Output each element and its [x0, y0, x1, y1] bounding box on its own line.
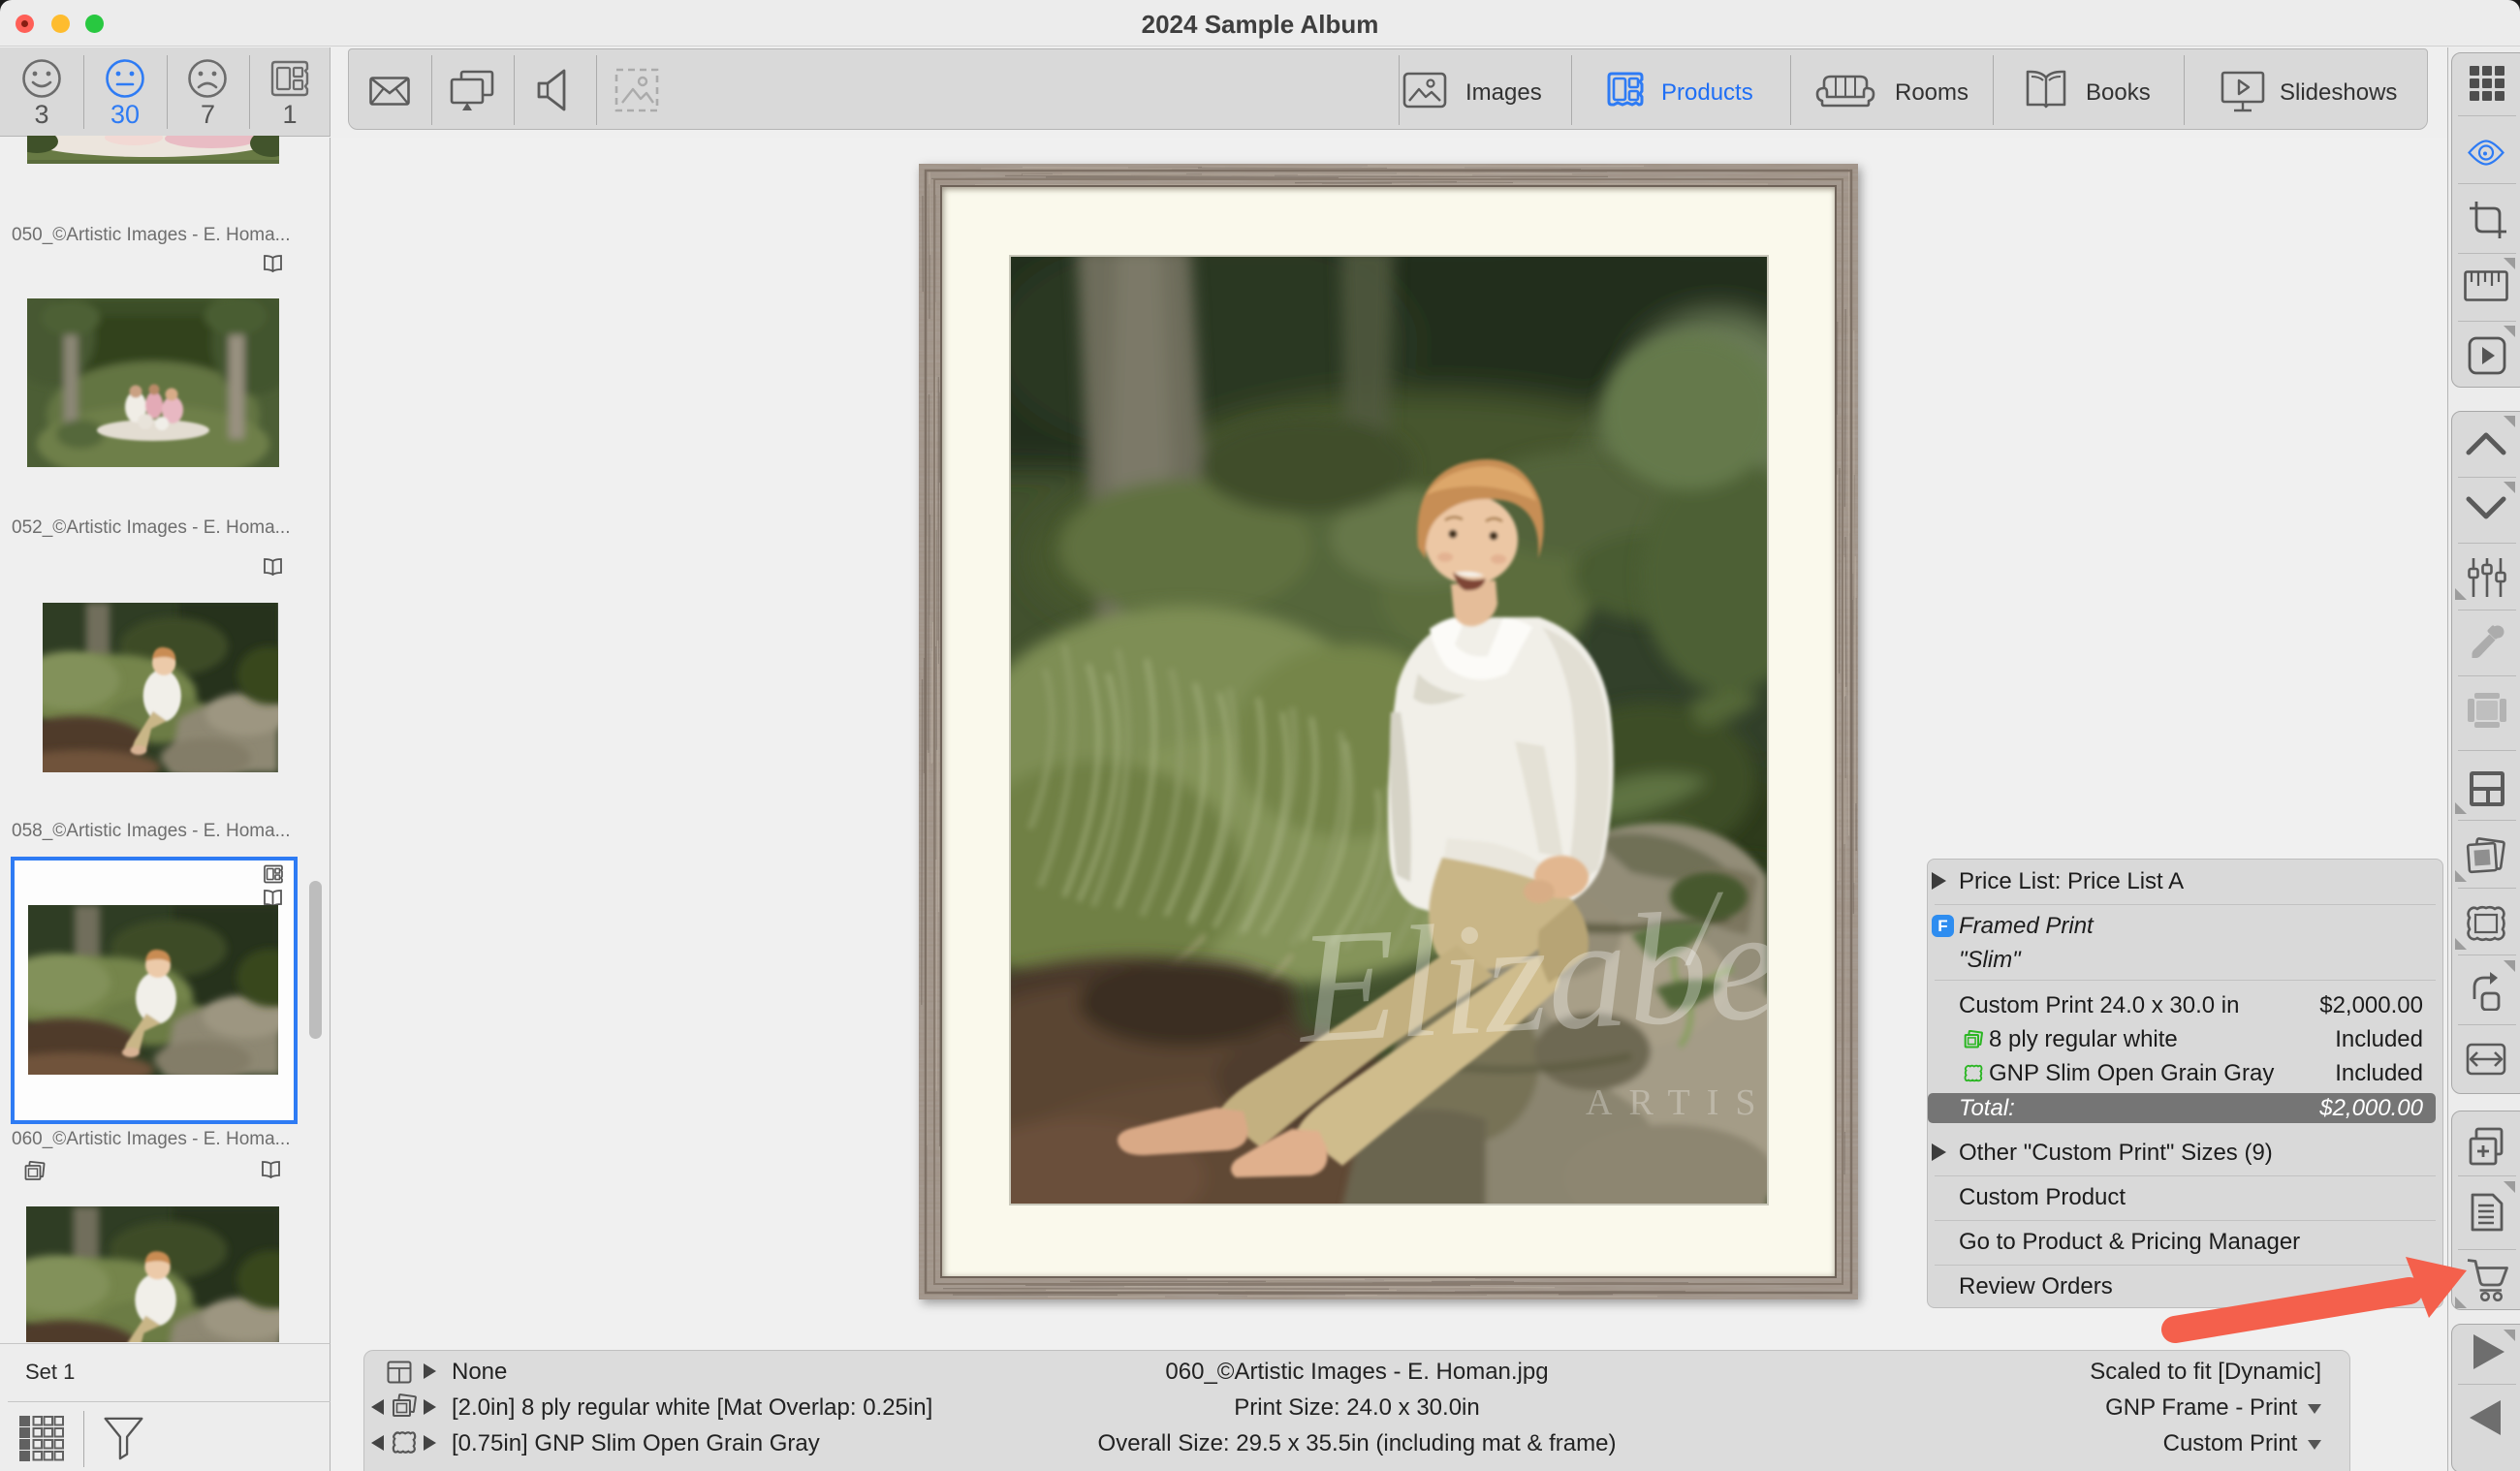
svg-text:ARTISTI: ARTISTI	[1586, 1082, 1767, 1123]
